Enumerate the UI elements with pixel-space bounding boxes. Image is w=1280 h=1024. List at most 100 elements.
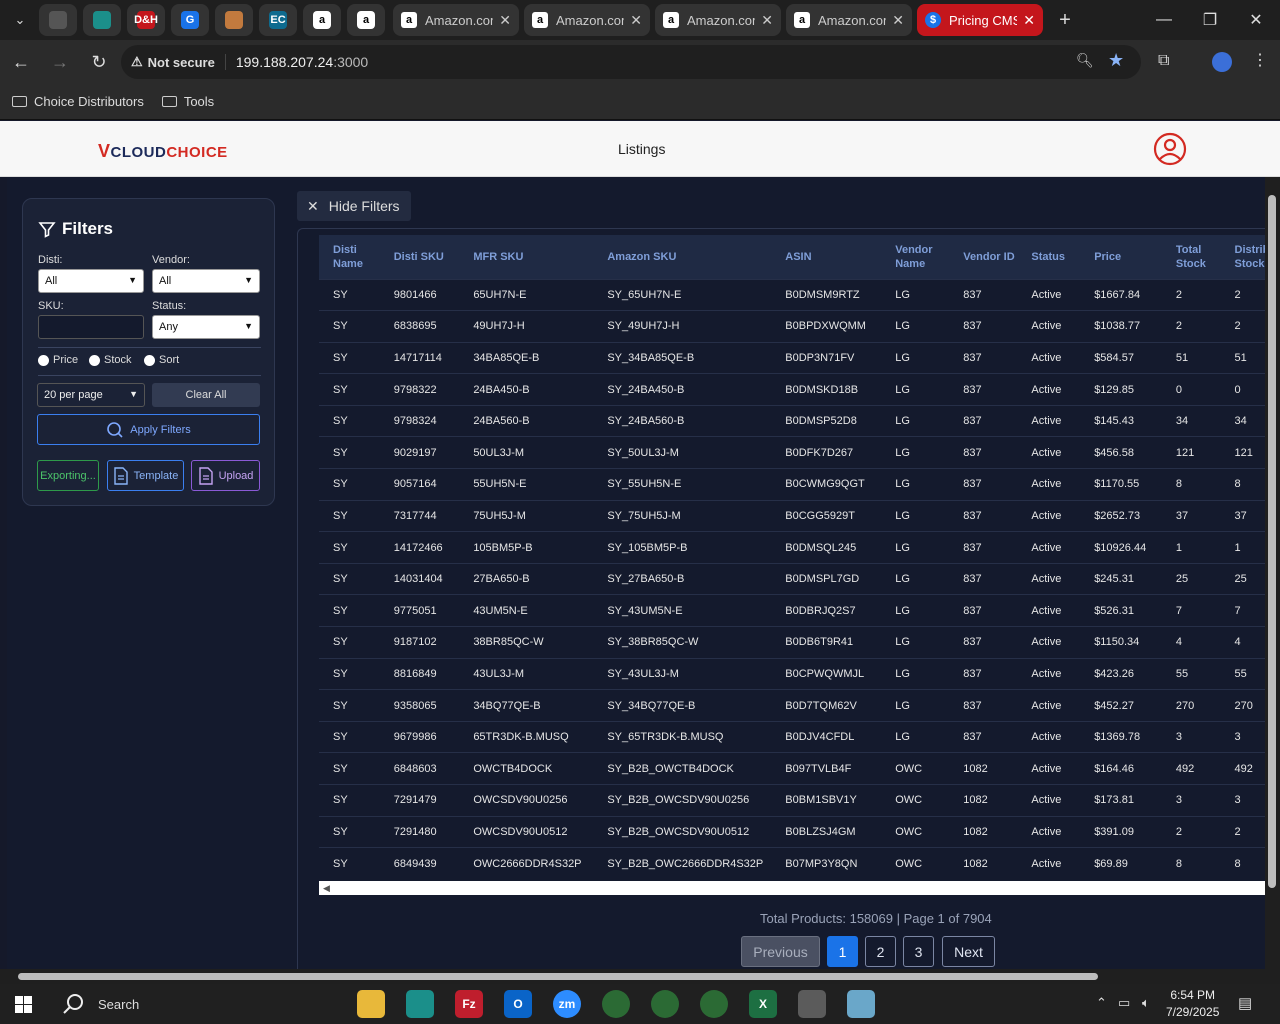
minimize-icon[interactable]: — <box>1141 0 1187 40</box>
stock-radio[interactable]: Stock <box>89 354 132 366</box>
chrome-icon[interactable] <box>651 990 679 1018</box>
table-row[interactable]: SY 9679986 65TR3DK-B.MUSQ SY_65TR3DK-B.MUSQ… <box>319 720 1265 753</box>
previous-page-button[interactable]: Previous <box>741 936 820 967</box>
table-row[interactable]: SY 9775051 43UM5N-E SY_43UM5N-E B0DBRJQ2S7 LG… <box>319 594 1265 627</box>
tab-search-chevron-icon[interactable]: ⌄ <box>4 4 36 36</box>
template-button[interactable]: Template <box>107 460 184 491</box>
tab-amazon[interactable]: a Amazon.com ✕ <box>655 4 781 36</box>
hide-filters-button[interactable]: ✕ Hide Filters <box>297 191 411 221</box>
sku-input[interactable] <box>38 315 144 339</box>
pinned-tab[interactable] <box>83 4 121 36</box>
file-explorer-icon[interactable] <box>357 990 385 1018</box>
table-row[interactable]: SY 8816849 43UL3J-M SY_43UL3J-M B0CPWQWMJL LG… <box>319 657 1265 690</box>
close-tab-icon[interactable]: ✕ <box>630 12 642 29</box>
volume-icon[interactable]: 🔈︎ <box>1142 995 1150 1011</box>
tab-amazon[interactable]: a Amazon.com ✕ <box>524 4 650 36</box>
bookmark-choice-distributors[interactable]: Choice Distributors <box>12 94 144 109</box>
not-secure-indicator[interactable]: ⚠ Not secure <box>131 54 226 70</box>
scroll-thumb[interactable] <box>18 973 1098 980</box>
outlook-icon[interactable]: O <box>504 990 532 1018</box>
price-radio[interactable]: Price <box>38 354 78 366</box>
pinned-tab[interactable] <box>39 4 77 36</box>
windows-start-icon[interactable] <box>15 996 32 1013</box>
extensions-puzzle-icon[interactable]: ⧉ <box>1158 52 1169 70</box>
table-scroll-area[interactable]: Disti Name Disti SKU MFR SKU Amazon SKU ASIN… <box>319 235 1265 881</box>
table-row[interactable]: SY 9798324 24BA560-B SY_24BA560-B B0DMSP52D8… <box>319 404 1265 437</box>
close-tab-icon[interactable]: ✕ <box>499 12 511 29</box>
table-row[interactable]: SY 7317744 75UH5J-M SY_75UH5J-M B0CGG5929T LG… <box>319 499 1265 532</box>
zoom-icon[interactable]: zm <box>553 990 581 1018</box>
status-select[interactable]: Any ▼ <box>152 315 260 339</box>
close-window-icon[interactable]: ✕ <box>1233 0 1279 40</box>
close-tab-icon[interactable]: ✕ <box>761 12 773 29</box>
pinned-tab[interactable]: a <box>303 4 341 36</box>
page-horizontal-scrollbar[interactable] <box>0 969 1280 984</box>
calculator-icon[interactable] <box>798 990 826 1018</box>
forward-arrow-icon[interactable]: → <box>42 44 78 80</box>
table-row[interactable]: SY 7291480 OWCSDV90U0512 SY_B2B_OWCSDV90U05… <box>319 815 1265 848</box>
table-row[interactable]: SY 9798322 24BA450-B SY_24BA450-B B0DMSKD18B… <box>319 373 1265 406</box>
scroll-thumb[interactable] <box>1268 195 1276 888</box>
zoom-icon[interactable]: 🔍︎ <box>1076 52 1094 69</box>
table-row[interactable]: SY 6838695 49UH7J-H SY_49UH7J-H B0BPDXWQMM LG… <box>319 310 1265 343</box>
table-horizontal-scrollbar[interactable]: ◀ <box>319 881 1265 895</box>
chrome-icon[interactable] <box>602 990 630 1018</box>
nav-listings-link[interactable]: Listings <box>618 141 665 157</box>
next-page-button[interactable]: Next <box>942 936 995 967</box>
tab-pricing-cms[interactable]: $ Pricing CMS ✕ <box>917 4 1043 36</box>
omnibox[interactable]: ⚠ Not secure 199.188.207.24:3000 🔍︎ ★ <box>121 45 1141 79</box>
table-row[interactable]: SY 9187102 38BR85QC-W SY_38BR85QC-W B0DB6T9R… <box>319 626 1265 659</box>
tab-amazon[interactable]: a Amazon.com ✕ <box>786 4 912 36</box>
tray-chevron-icon[interactable]: ⌃ <box>1096 995 1107 1011</box>
disti-select[interactable]: All ▼ <box>38 269 144 293</box>
table-row[interactable]: SY 14172466 105BM5P-B SY_105BM5P-B B0DMSQL24… <box>319 531 1265 564</box>
excel-icon[interactable]: X <box>749 990 777 1018</box>
bookmark-tools[interactable]: Tools <box>161 94 214 109</box>
vendor-select[interactable]: All ▼ <box>152 269 260 293</box>
table-row[interactable]: SY 14031404 27BA650-B SY_27BA650-B B0DMSPL7G… <box>319 562 1265 595</box>
taskbar-search[interactable]: Search <box>54 988 334 1020</box>
vcloudchoice-logo[interactable]: VCLOUDCHOICE <box>98 141 228 162</box>
notes-icon[interactable] <box>847 990 875 1018</box>
pinned-tab[interactable]: a <box>347 4 385 36</box>
table-row[interactable]: SY 7291479 OWCSDV90U0256 SY_B2B_OWCSDV90U02… <box>319 784 1265 817</box>
per-page-select[interactable]: 20 per page ▼ <box>37 383 145 407</box>
bookmark-star-icon[interactable]: ★ <box>1108 50 1124 71</box>
table-row[interactable]: SY 9057164 55UH5N-E SY_55UH5N-E B0CWMG9QGT LG… <box>319 468 1265 501</box>
user-account-icon[interactable] <box>1153 132 1187 166</box>
table-row[interactable]: SY 6848603 OWCTB4DOCK SY_B2B_OWCTB4DOCK B097… <box>319 752 1265 785</box>
close-tab-icon[interactable]: ✕ <box>892 12 904 29</box>
reload-icon[interactable]: ↻ <box>81 44 117 80</box>
table-row[interactable]: SY 14717114 34BA85QE-B SY_34BA85QE-B B0DP3N7… <box>319 341 1265 374</box>
page-3-button[interactable]: 3 <box>903 936 934 967</box>
restore-icon[interactable]: ❐ <box>1187 0 1233 40</box>
back-arrow-icon[interactable]: ← <box>3 44 39 80</box>
clear-all-button[interactable]: Clear All <box>152 383 260 407</box>
tab-amazon[interactable]: a Amazon.com ✕ <box>393 4 519 36</box>
table-row[interactable]: SY 9801466 65UH7N-E SY_65UH7N-E B0DMSM9RTZ LG… <box>319 278 1265 311</box>
network-icon[interactable]: ▭ <box>1118 995 1130 1011</box>
pinned-tab[interactable]: D&H <box>127 4 165 36</box>
chrome-icon[interactable] <box>700 990 728 1018</box>
pinned-tab[interactable]: EC <box>259 4 297 36</box>
app-diamond-icon[interactable] <box>406 990 434 1018</box>
page-vertical-scrollbar[interactable] <box>1265 177 1280 969</box>
notifications-icon[interactable]: ▤ <box>1238 994 1252 1012</box>
table-row[interactable]: SY 9029197 50UL3J-M SY_50UL3J-M B0DFK7D267 LG… <box>319 436 1265 469</box>
table-row[interactable]: SY 6849439 OWC2666DDR4S32P SY_B2B_OWC2666DD… <box>319 847 1265 880</box>
filezilla-icon[interactable]: Fz <box>455 990 483 1018</box>
close-tab-icon[interactable]: ✕ <box>1023 12 1035 29</box>
sort-radio[interactable]: Sort <box>144 354 179 366</box>
browser-menu-icon[interactable]: ⋮ <box>1252 50 1268 70</box>
profile-avatar-icon[interactable] <box>1212 52 1232 72</box>
taskbar-clock[interactable]: 6:54 PM 7/29/2025 <box>1166 987 1219 1021</box>
table-row[interactable]: SY 9358065 34BQ77QE-B SY_34BQ77QE-B B0D7TQM6… <box>319 689 1265 722</box>
apply-filters-button[interactable]: Apply Filters <box>37 414 260 445</box>
pinned-tab[interactable]: G <box>171 4 209 36</box>
pinned-tab[interactable] <box>215 4 253 36</box>
scroll-left-arrow-icon[interactable]: ◀ <box>323 883 330 894</box>
page-2-button[interactable]: 2 <box>865 936 896 967</box>
page-1-button[interactable]: 1 <box>827 936 858 967</box>
upload-button[interactable]: Upload <box>191 460 260 491</box>
exporting-button[interactable]: Exporting... <box>37 460 99 491</box>
